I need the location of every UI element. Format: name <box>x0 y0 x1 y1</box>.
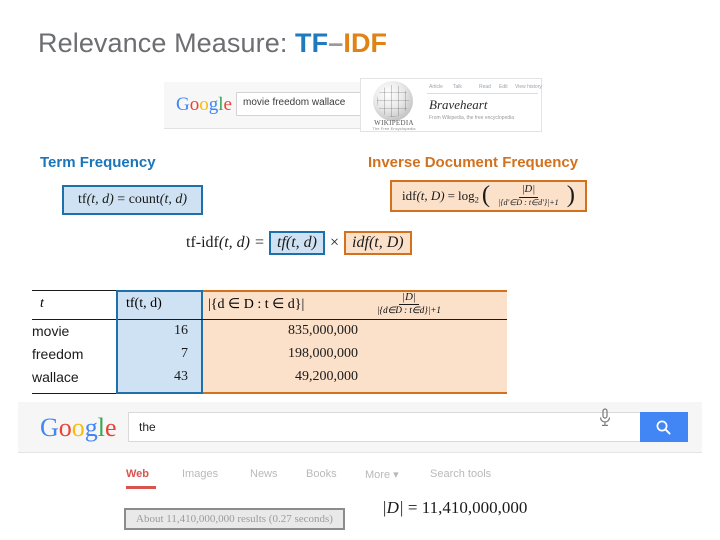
wikipedia-globe-icon <box>373 81 413 121</box>
wikipedia-tab-read[interactable]: Read <box>479 84 491 90</box>
tf-rhs-fn: count <box>128 192 160 207</box>
google-bottom-screenshot: Google the <box>18 402 702 453</box>
tab-web[interactable]: Web <box>126 468 149 480</box>
wikipedia-tab-article[interactable]: Article <box>429 84 443 90</box>
idf-numerator: |D| <box>518 184 539 198</box>
idf-args: (t, D) <box>416 187 445 203</box>
dcount-equals: = <box>407 498 418 517</box>
tab-more[interactable]: More ▾ <box>365 468 399 481</box>
table-header-doc-count: |{d ∈ D : t ∈ d}| <box>208 297 305 312</box>
search-button[interactable] <box>640 412 688 442</box>
tfidf-lhs-args: (t, d) <box>218 234 250 251</box>
table-row: freedom <box>32 346 84 362</box>
title-tf: TF <box>295 28 329 58</box>
tfidf-tf-term: tf(t, d) <box>269 231 326 255</box>
heading-term-frequency: Term Frequency <box>40 154 156 171</box>
title-lead: Relevance Measure: <box>38 28 296 58</box>
google-top-query-text: movie freedom wallace <box>243 97 346 108</box>
google-bottom-search-input[interactable]: the <box>128 412 642 442</box>
wikipedia-tab-view-history[interactable]: View history <box>515 84 542 90</box>
tf-equals: = <box>117 192 126 207</box>
table-row: movie <box>32 323 70 339</box>
wikipedia-screenshot: WIKIPEDIA The Free Encyclopedia Article … <box>360 78 542 132</box>
wikipedia-tab-talk[interactable]: Talk <box>453 84 462 90</box>
table-row: wallace <box>32 369 79 385</box>
google-logo-bottom: Google <box>40 413 117 442</box>
table-header-tf: tf(t, d) <box>126 296 162 311</box>
table-header-term: t <box>40 296 44 311</box>
table-rule-mid-2 <box>118 319 507 320</box>
results-count-badge: About 11,410,000,000 results (0.27 secon… <box>124 508 345 530</box>
idf-denominator: |{d'∈D : t∈d'}|+1 <box>498 197 559 207</box>
formula-tf-box: tf(t, d) = count(t, d) <box>62 185 204 215</box>
tf-rhs-args: (t, d) <box>159 192 188 207</box>
table-header-frac-num: |D| <box>398 292 419 305</box>
table-header-frac-den: |{d∈D : t∈d}|+1 <box>377 305 441 315</box>
table-cell-doc-count: 198,000,000 <box>288 346 358 361</box>
table-cell-doc-count: 49,200,000 <box>295 369 358 384</box>
table-cell-tf: 7 <box>181 346 188 361</box>
formula-tfidf-combined: tf-idf(t, d) = tf(t, d) × idf(t, D) <box>186 231 412 255</box>
tab-news[interactable]: News <box>250 468 278 480</box>
tfidf-equals: = <box>254 234 265 251</box>
tab-web-active-underline <box>126 486 156 489</box>
google-logo-top: Google <box>176 94 232 115</box>
google-bottom-query-text: the <box>139 420 156 434</box>
google-top-search-input[interactable]: movie freedom wallace <box>236 92 366 116</box>
search-icon <box>656 420 671 435</box>
formula-corpus-size: |D| = 11,410,000,000 <box>382 498 527 518</box>
tab-search-tools[interactable]: Search tools <box>430 468 491 480</box>
table-header-idf-fraction: |D| |{d∈D : t∈d}|+1 <box>372 292 446 315</box>
table-rule-top <box>32 290 116 291</box>
table-rule-mid <box>32 319 116 320</box>
tfidf-idf-term: idf(t, D) <box>344 231 412 255</box>
tf-lhs-args: (t, d) <box>86 192 114 207</box>
idf-close-paren: ) <box>566 181 575 209</box>
dcount-value: 11,410,000,000 <box>421 498 528 517</box>
table-cell-tf: 43 <box>174 369 188 384</box>
tab-images[interactable]: Images <box>182 468 218 480</box>
data-table: t tf(t, d) |{d ∈ D : t ∈ d}| |D| |{d∈D :… <box>2 290 512 394</box>
heading-inverse-document-frequency: Inverse Document Frequency <box>368 154 579 171</box>
dcount-lhs: |D| <box>382 498 404 517</box>
wikipedia-from-line: From Wikipedia, the free encyclopedia <box>429 115 515 121</box>
tf-lhs-fn: tf <box>78 192 87 207</box>
idf-equals: = <box>447 187 455 203</box>
microphone-icon[interactable] <box>598 408 612 433</box>
title-dash: – <box>328 28 344 58</box>
tab-books[interactable]: Books <box>306 468 337 480</box>
idf-log-base: 2 <box>474 194 479 205</box>
title-idf: IDF <box>343 28 388 58</box>
tfidf-lhs: tf-idf <box>186 234 219 251</box>
idf-fn: idf <box>402 187 417 203</box>
idf-log: log <box>457 187 475 203</box>
wikipedia-tagline: The Free Encyclopedia <box>372 126 416 131</box>
slide-root: Relevance Measure: TF–IDF Google movie f… <box>0 0 720 540</box>
table-cell-doc-count: 835,000,000 <box>288 323 358 338</box>
idf-open-paren: ( <box>481 181 491 209</box>
table-cell-tf: 16 <box>174 323 188 338</box>
google-top-screenshot: Google movie freedom wallace <box>164 82 374 129</box>
tfidf-times: × <box>330 234 340 251</box>
idf-fraction: |D| |{d'∈D : t∈d'}|+1 <box>495 184 562 207</box>
page-title: Relevance Measure: TF–IDF <box>38 28 387 59</box>
table-rule-bottom <box>32 393 116 394</box>
formula-idf-box: idf(t, D) = log2 ( |D| |{d'∈D : t∈d'}|+1… <box>390 180 587 212</box>
wikipedia-article-title: Braveheart <box>429 97 488 112</box>
wikipedia-tab-edit[interactable]: Edit <box>499 84 508 90</box>
wikipedia-tabs: Article Talk Read Edit View history <box>427 82 542 94</box>
